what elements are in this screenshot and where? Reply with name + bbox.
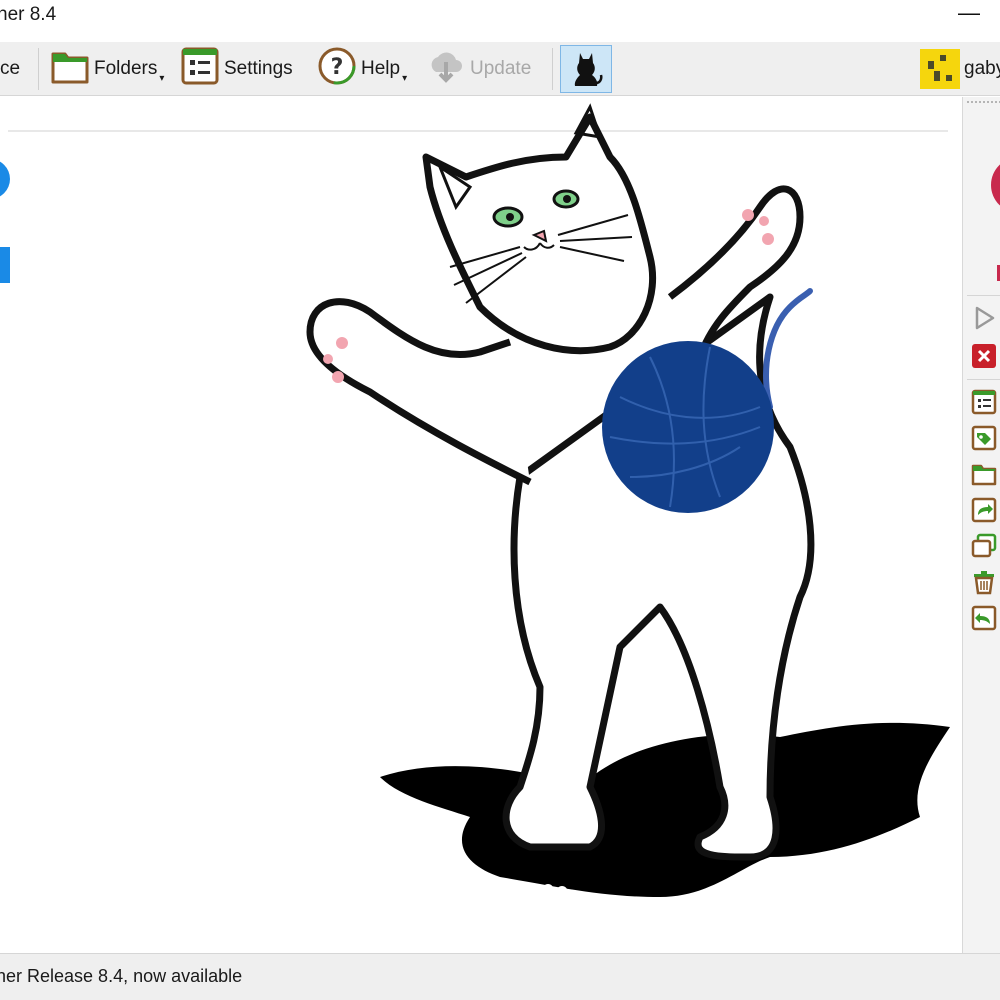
toolbar-separator bbox=[552, 48, 553, 90]
update-label: Update bbox=[470, 58, 532, 79]
tag-icon[interactable] bbox=[969, 423, 999, 453]
copy-icon[interactable] bbox=[969, 531, 999, 561]
blue-circle-element[interactable] bbox=[0, 159, 10, 199]
update-button[interactable]: Update bbox=[426, 46, 531, 92]
user-account[interactable]: gaby bbox=[920, 48, 1000, 90]
settings-icon bbox=[180, 46, 220, 92]
main-toolbar: ce Folders ▾ Settings ? Help ▾ Update ga… bbox=[0, 42, 1000, 96]
folder-icon[interactable] bbox=[969, 459, 999, 489]
cat-illustration bbox=[306, 103, 950, 934]
trash-icon[interactable] bbox=[969, 567, 999, 597]
share-icon[interactable] bbox=[969, 495, 999, 525]
partial-toolbar-label: ce bbox=[0, 58, 21, 79]
chevron-down-icon: ▾ bbox=[159, 72, 165, 84]
title-bar: her 8.4 — bbox=[0, 0, 1000, 36]
cat-silhouette-icon bbox=[568, 47, 604, 92]
status-message[interactable]: her Release 8.4, now available bbox=[0, 966, 242, 987]
help-button[interactable]: ? Help ▾ bbox=[317, 46, 407, 92]
chevron-down-icon: ▾ bbox=[402, 72, 408, 84]
minimize-button[interactable]: — bbox=[958, 0, 980, 30]
window-title: her 8.4 bbox=[0, 4, 57, 25]
status-bar: her Release 8.4, now available bbox=[0, 953, 1000, 1000]
panel-grip[interactable] bbox=[967, 101, 1000, 105]
panel-separator bbox=[967, 379, 1000, 380]
blue-rect-element[interactable] bbox=[0, 247, 10, 283]
undo-icon[interactable] bbox=[969, 603, 999, 633]
list-icon[interactable] bbox=[969, 387, 999, 417]
close-icon[interactable] bbox=[969, 341, 999, 371]
svg-text:?: ? bbox=[331, 55, 344, 80]
help-icon: ? bbox=[317, 46, 357, 92]
toolbar-separator bbox=[38, 48, 39, 90]
settings-button[interactable]: Settings bbox=[180, 46, 293, 92]
folders-label: Folders bbox=[94, 58, 158, 79]
avatar bbox=[920, 49, 960, 89]
cloud-download-icon bbox=[426, 46, 466, 92]
right-panel bbox=[962, 97, 1000, 953]
help-label: Help bbox=[361, 58, 401, 79]
folder-icon bbox=[50, 46, 90, 92]
partial-toolbar-button[interactable]: ce bbox=[0, 46, 20, 92]
main-content bbox=[0, 97, 962, 953]
panel-separator bbox=[967, 295, 1000, 296]
red-circle-element[interactable] bbox=[991, 157, 1000, 213]
play-icon[interactable] bbox=[969, 303, 999, 333]
cat-mode-button[interactable] bbox=[560, 45, 612, 93]
folders-button[interactable]: Folders ▾ bbox=[50, 46, 164, 92]
settings-label: Settings bbox=[224, 58, 293, 79]
user-name: gaby bbox=[964, 58, 1000, 79]
